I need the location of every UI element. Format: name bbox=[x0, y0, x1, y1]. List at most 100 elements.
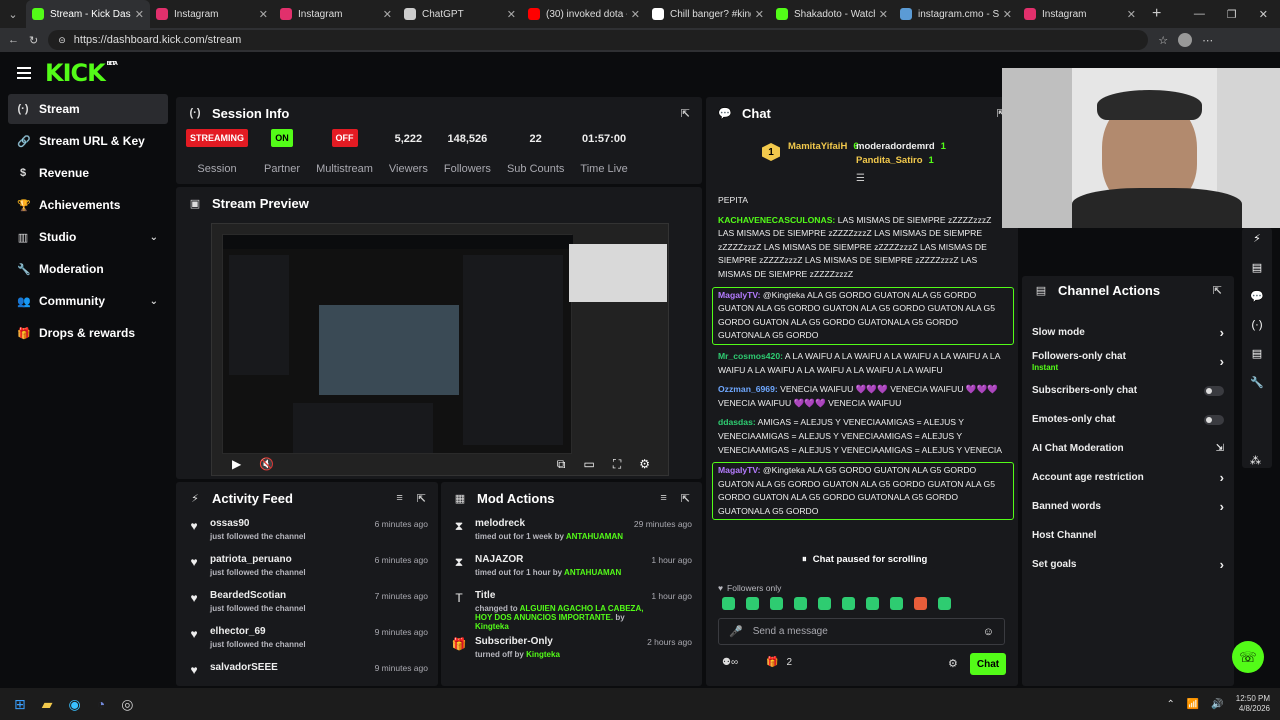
close-window-button[interactable]: ✕ bbox=[1259, 8, 1268, 21]
back-icon[interactable]: ← bbox=[8, 34, 19, 46]
kick-logo[interactable]: KICK BETA bbox=[45, 59, 118, 87]
new-tab-button[interactable]: + bbox=[1142, 5, 1171, 23]
channel-action[interactable]: Followers-only chat Instant › bbox=[1022, 347, 1234, 376]
browser-tab[interactable]: Chill banger? #kingteka ✕ bbox=[646, 0, 770, 28]
tab-actions-menu[interactable]: ⌄ bbox=[0, 0, 26, 28]
terminal-icon[interactable]: ▤ bbox=[1252, 347, 1262, 360]
maximize-button[interactable]: ❐ bbox=[1227, 8, 1237, 21]
browser-tab[interactable]: instagram.cmo - Search ✕ bbox=[894, 0, 1018, 28]
activity-item[interactable]: ♥ elhector_69 just followed the channel 9 m… bbox=[176, 622, 438, 658]
close-tab-icon[interactable]: ✕ bbox=[259, 8, 268, 21]
start-icon[interactable]: ⊞ bbox=[14, 696, 26, 713]
emote-icon[interactable] bbox=[818, 597, 831, 610]
browser-tab[interactable]: ChatGPT ✕ bbox=[398, 0, 522, 28]
mod-action-item[interactable]: 🎁 Subscriber-Only turned off by Kingteka 2 … bbox=[441, 632, 702, 668]
activity-item[interactable]: ♥ patriota_peruano just followed the chann… bbox=[176, 550, 438, 586]
channel-action[interactable]: Subscribers-only chat bbox=[1022, 376, 1234, 405]
chat-username[interactable]: MagalyTV: bbox=[718, 290, 761, 300]
chat-icon[interactable]: 💬 bbox=[1250, 290, 1264, 303]
channel-action[interactable]: Account age restriction › bbox=[1022, 463, 1234, 492]
emote-icon[interactable] bbox=[722, 597, 735, 610]
chevron-down-icon[interactable]: ⌄ bbox=[150, 232, 158, 243]
filter-icon[interactable]: ≡ bbox=[396, 492, 402, 505]
mute-icon[interactable]: 🔇 bbox=[259, 457, 274, 471]
chat-username[interactable]: MagalyTV: bbox=[718, 465, 761, 475]
support-chat-button[interactable]: ☏ bbox=[1232, 641, 1264, 673]
chat-messages[interactable]: PEPITA KACHAVENECASCULONAS: LAS MISMAS DE… bbox=[712, 193, 1014, 524]
browser-tab[interactable]: Instagram ✕ bbox=[1018, 0, 1142, 28]
browser-tab[interactable]: Shakadoto - Watch clips ✕ bbox=[770, 0, 894, 28]
discord-icon[interactable]: ◔ bbox=[97, 696, 105, 713]
chat-message[interactable]: Ozzman_6969: VENECIA WAIFUU 💜💜💜 VENECIA … bbox=[712, 382, 1014, 411]
emote-icon[interactable] bbox=[890, 597, 903, 610]
username[interactable]: ossas90 bbox=[210, 518, 375, 529]
chat-paused-notice[interactable]: ⏸ Chat paused for scrolling bbox=[794, 549, 936, 569]
toggle-switch[interactable] bbox=[1204, 385, 1224, 396]
widgets-icon[interactable]: ⁂ bbox=[1250, 454, 1261, 467]
emote-icon[interactable] bbox=[746, 597, 759, 610]
username[interactable]: salvadorSEEE bbox=[210, 662, 375, 673]
chat-username[interactable]: ddasdas: bbox=[718, 417, 756, 427]
mod-action-item[interactable]: ⧗ melodreck timed out for 1 week by ANTAHU… bbox=[441, 514, 702, 550]
pinned-user[interactable]: moderadordemrd 1 bbox=[856, 141, 946, 152]
wifi-icon[interactable]: 📶 bbox=[1187, 699, 1199, 710]
tray-chevron-icon[interactable]: ⌃ bbox=[1166, 699, 1174, 710]
chat-message[interactable]: MagalyTV: @Kingteka ALA G5 GORDO GUATON … bbox=[712, 462, 1014, 521]
mod-action-actor[interactable]: Kingteka bbox=[475, 622, 509, 631]
file-explorer-icon[interactable]: ▰ bbox=[42, 696, 53, 713]
popout-icon[interactable]: ⇱ bbox=[681, 107, 690, 120]
activity-item[interactable]: ♥ BeardedScotian just followed the channel… bbox=[176, 586, 438, 622]
sidebar-item[interactable]: 🏆 Achievements bbox=[8, 190, 168, 220]
chat-username[interactable]: Mr_cosmos420: bbox=[718, 351, 783, 361]
obs-icon[interactable]: ◎ bbox=[121, 696, 133, 713]
sidebar-item[interactable]: (·) Stream bbox=[8, 94, 168, 124]
channel-action[interactable]: AI Chat Moderation ⇲ bbox=[1022, 434, 1234, 463]
chevron-right-icon[interactable]: › bbox=[1220, 557, 1224, 572]
fullscreen-icon[interactable]: ⛶ bbox=[613, 457, 621, 472]
mod-action-item[interactable]: T Title changed to ALGUIEN AGACHO LA CABEZ… bbox=[441, 586, 702, 632]
pinned-user[interactable]: Pandita_Satiro 1 bbox=[856, 155, 934, 166]
close-tab-icon[interactable]: ✕ bbox=[1003, 8, 1012, 21]
mod-action-actor[interactable]: Kingteka bbox=[526, 650, 560, 659]
send-chat-button[interactable]: Chat bbox=[970, 653, 1006, 675]
browser-tab[interactable]: Instagram ✕ bbox=[150, 0, 274, 28]
emote-icon[interactable] bbox=[938, 597, 951, 610]
popout-icon[interactable]: ⇱ bbox=[1213, 284, 1222, 297]
sidebar-item[interactable]: 👥 Community ⌄ bbox=[8, 286, 168, 316]
chat-message[interactable]: Mr_cosmos420: A LA WAIFU A LA WAIFU A LA… bbox=[712, 349, 1014, 378]
chat-message[interactable]: MagalyTV: @Kingteka ALA G5 GORDO GUATON … bbox=[712, 286, 1014, 345]
chevron-right-icon[interactable]: › bbox=[1220, 470, 1224, 485]
activity-item[interactable]: ♥ ossas90 just followed the channel 6 minut… bbox=[176, 514, 438, 550]
sidebar-item[interactable]: ▥ Studio ⌄ bbox=[8, 222, 168, 252]
mod-action-actor[interactable]: ANTAHUAMAN bbox=[566, 532, 623, 541]
sidebar-item[interactable]: 🔗 Stream URL & Key bbox=[8, 126, 168, 156]
emote-icon[interactable] bbox=[770, 597, 783, 610]
chat-message[interactable]: PEPITA bbox=[712, 193, 1014, 209]
theater-icon[interactable]: ▭ bbox=[583, 457, 594, 471]
popout-icon[interactable]: ⇱ bbox=[681, 492, 690, 505]
chat-message[interactable]: KACHAVENECASCULONAS: LAS MISMAS DE SIEMP… bbox=[712, 213, 1014, 283]
filter-icon[interactable]: ≡ bbox=[660, 492, 666, 505]
channel-action[interactable]: Banned words › bbox=[1022, 492, 1234, 521]
chevron-right-icon[interactable]: › bbox=[1220, 325, 1224, 340]
username[interactable]: BeardedScotian bbox=[210, 590, 375, 601]
channel-action[interactable]: Slow mode › bbox=[1022, 318, 1234, 347]
wrench-icon[interactable]: 🔧 bbox=[1250, 376, 1264, 389]
mic-icon[interactable]: 🎤 bbox=[729, 625, 743, 638]
pinned-user[interactable]: MamitaYifaiH 6 bbox=[788, 141, 859, 152]
emote-icon[interactable] bbox=[866, 597, 879, 610]
pip-icon[interactable]: ⧉ bbox=[557, 457, 566, 472]
close-tab-icon[interactable]: ✕ bbox=[879, 8, 888, 21]
expand-pinned-icon[interactable]: ☰ bbox=[856, 173, 865, 184]
favorites-icon[interactable]: ☆ bbox=[1158, 34, 1168, 47]
more-icon[interactable]: ⋯ bbox=[1202, 34, 1213, 47]
chevron-right-icon[interactable]: › bbox=[1220, 354, 1224, 369]
channel-action[interactable]: Set goals › bbox=[1022, 550, 1234, 579]
chat-username[interactable]: KACHAVENECASCULONAS: bbox=[718, 215, 835, 225]
emote-icon[interactable] bbox=[794, 597, 807, 610]
volume-icon[interactable]: 🔊 bbox=[1211, 699, 1223, 710]
close-tab-icon[interactable]: ✕ bbox=[755, 8, 764, 21]
mod-action-item[interactable]: ⧗ NAJAZOR timed out for 1 hour by ANTAHUAM… bbox=[441, 550, 702, 586]
browser-tab[interactable]: (30) invoked dota - You ✕ bbox=[522, 0, 646, 28]
toggle-switch[interactable] bbox=[1204, 414, 1224, 425]
